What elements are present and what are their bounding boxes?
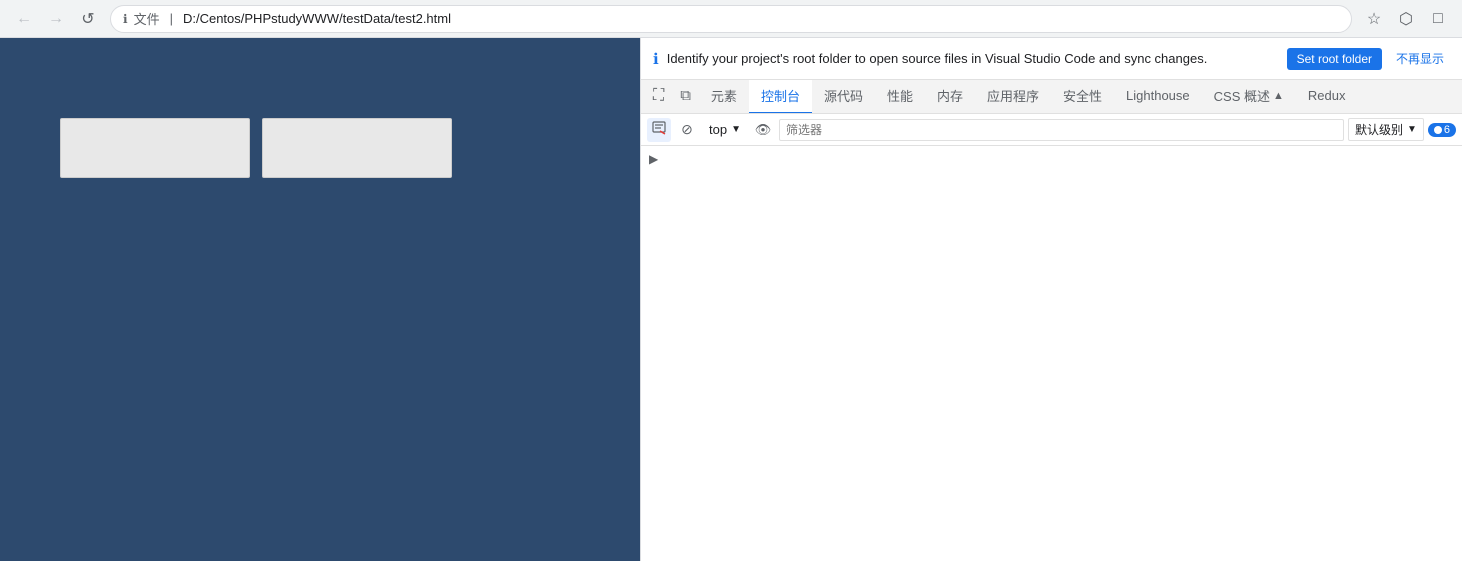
tab-memory-label: 内存 [937, 86, 963, 105]
level-selector[interactable]: 默认级别 ▼ [1348, 118, 1424, 141]
browser-chrome: ← → ↺ ℹ 文件 | D:/Centos/PHPstudyWWW/testD… [0, 0, 1462, 38]
address-text: D:/Centos/PHPstudyWWW/testData/test2.htm… [183, 11, 451, 26]
tab-performance-label: 性能 [887, 86, 913, 105]
console-eye-button[interactable]: 👁 [751, 118, 775, 142]
main-container: ℹ Identify your project's root folder to… [0, 38, 1462, 561]
error-count: 6 [1444, 124, 1450, 136]
tab-application-label: 应用程序 [987, 86, 1039, 105]
tab-lighthouse[interactable]: Lighthouse [1114, 80, 1202, 114]
screen-icon: ⛶ [653, 87, 664, 105]
tab-css-overview-label: CSS 概述 [1214, 86, 1270, 105]
info-banner-icon: ℹ [653, 50, 659, 68]
back-button[interactable]: ← [10, 5, 38, 33]
filter-input[interactable] [779, 119, 1344, 141]
tab-console[interactable]: 控制台 [749, 80, 812, 114]
webpage-preview [0, 38, 640, 561]
info-banner-text: Identify your project's root folder to o… [667, 51, 1279, 66]
block-icon: ⊘ [681, 121, 693, 138]
bookmark-button[interactable]: ☆ [1360, 5, 1388, 33]
console-expand-arrow[interactable]: ▶ [649, 152, 658, 166]
nav-buttons: ← → ↺ [10, 5, 102, 33]
devtools-panel: ℹ Identify your project's root folder to… [640, 38, 1462, 561]
css-overview-icon: ▲ [1273, 90, 1284, 102]
extensions-button[interactable]: ⬡ [1392, 5, 1420, 33]
set-root-button[interactable]: Set root folder [1287, 48, 1382, 70]
tab-security[interactable]: 安全性 [1051, 80, 1114, 114]
tab-copy[interactable]: ⧉ [672, 80, 699, 114]
context-value: top [709, 122, 727, 137]
tab-elements-label: 元素 [711, 86, 737, 105]
tab-memory[interactable]: 内存 [925, 80, 975, 114]
info-icon: ℹ [123, 12, 128, 26]
level-dropdown-icon: ▼ [1407, 124, 1417, 135]
tab-sources-label: 源代码 [824, 86, 863, 105]
devtools-tabs: ⛶ ⧉ 元素 控制台 源代码 性能 内存 应用程序 [641, 80, 1462, 114]
tab-console-label: 控制台 [761, 86, 800, 105]
browser-actions: ☆ ⬡ □ [1360, 5, 1452, 33]
maximize-button[interactable]: □ [1424, 5, 1452, 33]
address-separator: | [170, 11, 173, 26]
error-badge: 6 [1428, 123, 1456, 137]
forward-button[interactable]: → [42, 5, 70, 33]
context-selector[interactable]: top ▼ [703, 120, 747, 139]
reload-button[interactable]: ↺ [74, 5, 102, 33]
tab-application[interactable]: 应用程序 [975, 80, 1051, 114]
tab-redux-label: Redux [1308, 88, 1346, 103]
tab-css-overview[interactable]: CSS 概述 ▲ [1202, 80, 1296, 114]
tab-security-label: 安全性 [1063, 86, 1102, 105]
dismiss-button[interactable]: 不再显示 [1390, 46, 1450, 71]
preview-boxes [60, 118, 620, 178]
tab-redux[interactable]: Redux [1296, 80, 1358, 114]
console-clear-button[interactable] [647, 118, 671, 142]
console-clear-icon [652, 121, 666, 138]
eye-icon: 👁 [755, 122, 772, 138]
console-content: ▶ [641, 146, 1462, 561]
console-toolbar: ⊘ top ▼ 👁 默认级别 ▼ 6 [641, 114, 1462, 146]
preview-box-1 [60, 118, 250, 178]
context-dropdown-icon: ▼ [731, 124, 741, 135]
console-block-button[interactable]: ⊘ [675, 118, 699, 142]
tab-performance[interactable]: 性能 [875, 80, 925, 114]
error-dot [1434, 126, 1442, 134]
tab-sources[interactable]: 源代码 [812, 80, 875, 114]
address-bar[interactable]: ℹ 文件 | D:/Centos/PHPstudyWWW/testData/te… [110, 5, 1352, 33]
tab-elements[interactable]: 元素 [699, 80, 749, 114]
tab-lighthouse-label: Lighthouse [1126, 88, 1190, 103]
level-value: 默认级别 [1355, 121, 1403, 138]
address-label: 文件 [134, 9, 160, 28]
info-banner: ℹ Identify your project's root folder to… [641, 38, 1462, 80]
copy-icon: ⧉ [680, 87, 691, 104]
preview-box-2 [262, 118, 452, 178]
tab-screen[interactable]: ⛶ [645, 80, 672, 114]
